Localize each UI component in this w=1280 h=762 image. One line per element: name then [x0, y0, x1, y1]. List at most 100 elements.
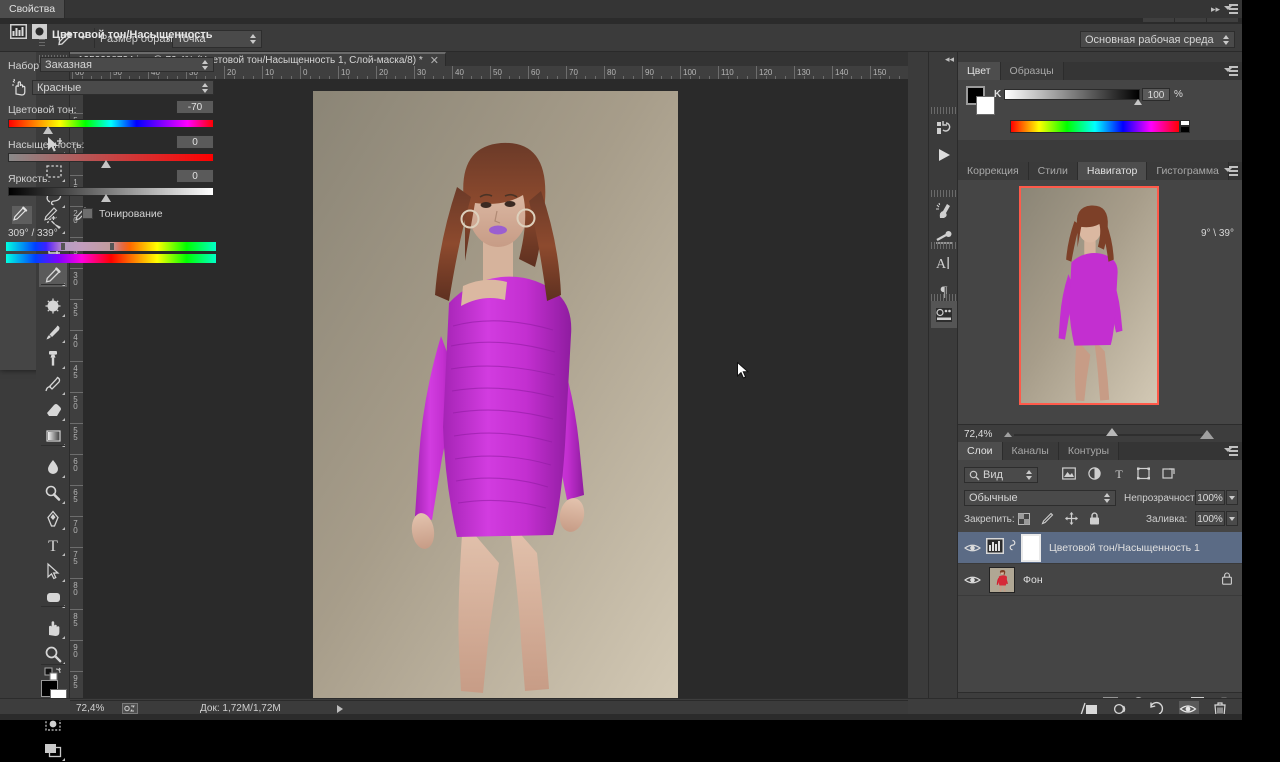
hand-tool[interactable] [39, 616, 67, 640]
vertical-ruler[interactable]: 05101520253035404550556065707580859095 [70, 80, 84, 700]
zoom-tool[interactable] [39, 642, 67, 666]
layer-row[interactable]: Цветовой тон/Насыщенность 1 [958, 532, 1242, 564]
layer-row[interactable]: Фон [958, 564, 1242, 596]
navigator-zoom-value[interactable]: 72,4% [964, 429, 992, 440]
tab-контуры[interactable]: Контуры [1059, 442, 1119, 460]
zoom-out-icon[interactable] [1004, 432, 1012, 437]
zoom-in-icon[interactable] [1200, 430, 1214, 439]
channel-select[interactable]: Красные [32, 80, 214, 95]
color-panel-menu-icon[interactable] [1224, 66, 1238, 76]
icon-dock-grip[interactable] [931, 294, 957, 301]
icon-dock-grip[interactable] [931, 107, 957, 114]
status-expand-arrow-icon[interactable] [337, 705, 343, 713]
layer-name[interactable]: Фон [1023, 574, 1043, 586]
collapse-properties-icon[interactable]: ▸▸ [1211, 4, 1220, 15]
preset-select[interactable]: Заказная [40, 57, 214, 72]
history-icon[interactable] [931, 114, 957, 141]
filter-adjustment-icon[interactable] [1088, 467, 1101, 480]
lock-all-icon[interactable] [1089, 512, 1100, 525]
layer-name[interactable]: Цветовой тон/Насыщенность 1 [1049, 542, 1200, 554]
type-tool[interactable]: T [39, 533, 67, 557]
icon-dock-grip[interactable] [931, 242, 957, 249]
opacity-value[interactable]: 100% [1195, 490, 1225, 505]
layer-adjustment-thumbnail[interactable] [986, 538, 1004, 557]
brush-presets-icon[interactable] [931, 197, 957, 224]
layer-visibility-eye-icon[interactable] [958, 532, 986, 564]
spot-healing-brush-tool[interactable] [39, 294, 67, 318]
tab-коррекция[interactable]: Коррекция [958, 162, 1029, 180]
status-zoom[interactable]: 72,4% [76, 703, 122, 714]
tab-слои[interactable]: Слои [958, 442, 1003, 460]
color-swatches[interactable] [966, 86, 996, 116]
k-value[interactable]: 100 [1142, 88, 1170, 101]
navigator-zoom-thumb-icon[interactable] [1106, 428, 1118, 436]
screen-mode-icon[interactable] [39, 738, 67, 762]
lock-position-icon[interactable] [1065, 512, 1078, 525]
status-preview-icon[interactable] [122, 703, 138, 714]
targeted-adjustment-hand-icon[interactable] [10, 78, 28, 96]
path-selection-tool[interactable] [39, 559, 67, 583]
filter-pixel-icon[interactable] [1062, 467, 1076, 480]
eyedropper-add-icon[interactable] [43, 206, 63, 224]
layer-image-thumbnail[interactable] [989, 567, 1015, 593]
eraser-tool[interactable] [39, 398, 67, 422]
lightness-slider-thumb-icon[interactable] [101, 194, 111, 202]
background-color-swatch[interactable] [976, 96, 995, 115]
collapse-dock-icon[interactable]: ◂◂ [945, 54, 954, 65]
filter-type-icon[interactable]: T [1113, 467, 1125, 480]
layer-visibility-eye-icon[interactable] [958, 564, 986, 596]
icon-dock-grip[interactable] [931, 190, 957, 197]
layer-filter-select[interactable]: Вид [964, 467, 1038, 483]
hue-value[interactable]: -70 [176, 100, 214, 114]
blur-tool[interactable] [39, 455, 67, 479]
adjustments-icon[interactable] [931, 301, 957, 328]
dodge-tool[interactable] [39, 481, 67, 505]
filter-shape-icon[interactable] [1137, 467, 1150, 480]
tab-каналы[interactable]: Каналы [1003, 442, 1059, 460]
color-spectrum-ramp[interactable] [1010, 120, 1180, 133]
character-icon[interactable]: A [931, 249, 957, 276]
saturation-slider-thumb-icon[interactable] [101, 160, 111, 168]
colorize-checkbox[interactable] [82, 208, 93, 219]
opacity-dropdown-arrow-icon[interactable] [1226, 490, 1238, 505]
tab-навигатор[interactable]: Навигатор [1078, 162, 1147, 180]
fill-value[interactable]: 100% [1195, 511, 1225, 526]
layer-mask-thumbnail[interactable] [1021, 534, 1041, 562]
tab-стили[interactable]: Стили [1029, 162, 1078, 180]
saturation-value[interactable]: 0 [176, 135, 214, 149]
mask-link-icon[interactable] [1008, 539, 1017, 556]
range-falloff-right[interactable] [112, 242, 130, 251]
hue-slider[interactable] [8, 119, 214, 128]
range-selection-band[interactable] [64, 242, 112, 251]
range-handle-right-icon[interactable] [110, 243, 114, 250]
navigator-panel-menu-icon[interactable] [1224, 166, 1238, 176]
close-icon[interactable]: ✕ [430, 54, 439, 67]
navigator-view-box[interactable] [1019, 186, 1159, 405]
fill-dropdown-arrow-icon[interactable] [1226, 511, 1238, 526]
lightness-slider[interactable] [8, 187, 214, 196]
saturation-slider[interactable] [8, 153, 214, 162]
range-handle-left-icon[interactable] [61, 243, 65, 250]
layer-mask-thumbnail-icon[interactable] [32, 24, 47, 39]
lightness-value[interactable]: 0 [176, 169, 214, 183]
actions-play-icon[interactable] [931, 141, 957, 168]
pen-tool[interactable] [39, 507, 67, 531]
eyedropper-sample-icon[interactable] [12, 206, 32, 224]
brush-tool[interactable] [39, 320, 67, 344]
k-channel-slider[interactable] [1004, 89, 1140, 100]
tab-гистограмма[interactable]: Гистограмма [1147, 162, 1229, 180]
tab-properties[interactable]: Свойства [0, 0, 65, 18]
document-image[interactable] [313, 91, 678, 701]
hue-slider-thumb-icon[interactable] [43, 126, 53, 134]
properties-panel-menu-icon[interactable] [1224, 4, 1238, 14]
workspace-select[interactable]: Основная рабочая среда [1080, 31, 1235, 48]
layers-panel-menu-icon[interactable] [1224, 446, 1238, 456]
history-brush-tool[interactable] [39, 372, 67, 396]
k-slider-thumb-icon[interactable] [1134, 99, 1142, 105]
lock-image-icon[interactable] [1041, 512, 1054, 525]
filter-smart-icon[interactable] [1162, 467, 1175, 480]
hue-range-bar-top[interactable] [6, 242, 216, 251]
tab-образцы[interactable]: Образцы [1001, 62, 1064, 80]
lock-transparent-icon[interactable] [1018, 513, 1030, 525]
clone-stamp-tool[interactable] [39, 346, 67, 370]
